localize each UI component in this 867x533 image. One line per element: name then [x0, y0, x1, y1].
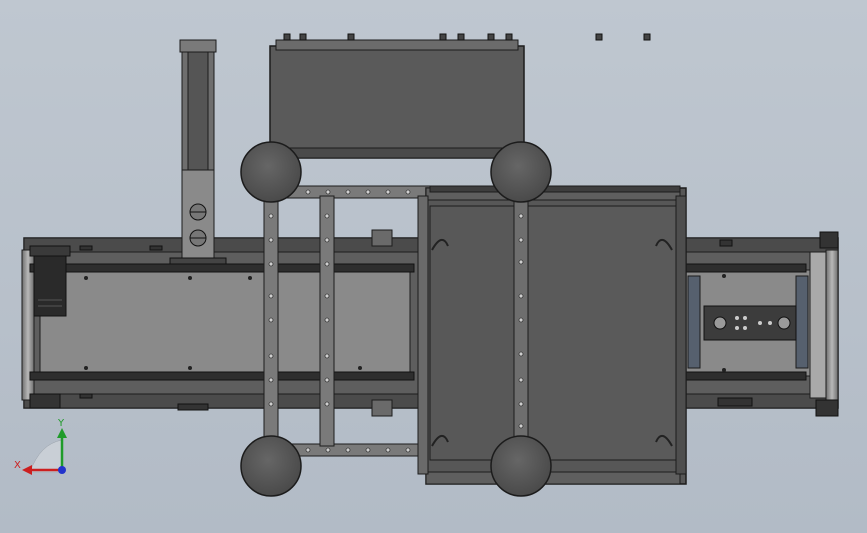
top-enclosure-clips [283, 33, 651, 41]
triad-y-arrow [57, 428, 67, 438]
top-enclosure-body [269, 45, 525, 159]
belt-guide-top-right [685, 263, 807, 273]
wheel-bottom-left [240, 435, 302, 497]
right-side-band [809, 251, 827, 399]
triad-x-label: X [14, 460, 21, 471]
right-end-roller [825, 249, 839, 401]
triad-plane [29, 439, 63, 473]
panel-knob-left [713, 316, 727, 330]
panel-button [743, 316, 747, 320]
wheel-top-left [240, 141, 302, 203]
panel-button [768, 321, 772, 325]
cabinet-door-right [527, 205, 677, 461]
panel-knob-right [777, 316, 791, 330]
cabinet-door-left [429, 205, 515, 461]
top-enclosure [269, 33, 651, 159]
panel-button [758, 321, 762, 325]
right-side-plate-b [795, 275, 809, 369]
main-cabinet [417, 185, 687, 485]
triad-z-origin [58, 466, 66, 474]
triad-y-label: Y [57, 418, 65, 429]
cart-bracket-lower [371, 399, 393, 417]
belt-guide-top [29, 263, 415, 273]
wheel-bottom-right [490, 435, 552, 497]
belt-guide-bottom-right [685, 371, 807, 381]
panel-button [743, 326, 747, 330]
sensor-post-cap [179, 39, 217, 53]
drive-motor-cap [29, 245, 71, 257]
top-enclosure-bottom-strip [279, 147, 515, 159]
belt-guide-bottom [29, 371, 415, 381]
cabinet-top-bridge [429, 185, 681, 193]
right-side-plate-a [687, 275, 701, 369]
panel-button [735, 326, 739, 330]
cabinet-left-edge [417, 195, 429, 475]
sensor-post [169, 39, 227, 265]
cabinet-bottom-flange [425, 471, 681, 485]
belt-surface-left [39, 269, 411, 377]
sensor-post-base [169, 257, 227, 265]
cabinet-post [513, 195, 529, 453]
coordinate-triad: Y X [14, 418, 67, 475]
sensor-post-inner [187, 51, 209, 171]
panel-button [735, 316, 739, 320]
assembly-drawing: Y X [14, 33, 839, 497]
cart-bracket [371, 229, 393, 247]
cabinet-side-edge [675, 195, 687, 475]
triad-x-arrow [22, 465, 32, 475]
top-enclosure-lip [275, 39, 519, 51]
cad-viewport[interactable]: Y X [0, 0, 867, 533]
wheel-top-right [490, 141, 552, 203]
